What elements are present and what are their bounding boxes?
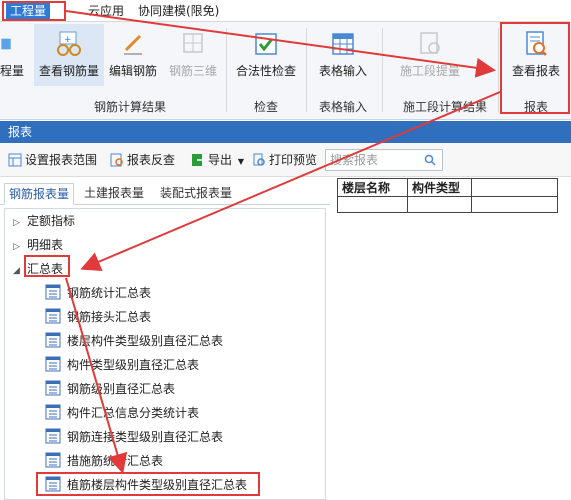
calc-icon <box>1 38 11 50</box>
quantity-button-partial[interactable]: 程量 <box>0 24 24 86</box>
report-search-input[interactable]: 搜索报表 <box>325 149 443 171</box>
view-rebar-button[interactable]: + 查看钢筋量 <box>34 24 104 86</box>
tree-leaf[interactable]: 钢筋级别直径汇总表 <box>45 379 175 399</box>
range-icon <box>8 153 22 167</box>
rebar-3d-button[interactable]: 钢筋三维 <box>164 24 222 86</box>
rebar-3d-icon <box>183 33 203 53</box>
report-doc-icon <box>45 284 61 300</box>
tree-leaf[interactable]: 钢筋连接类型级别直径汇总表 <box>45 427 223 447</box>
table-cell <box>471 196 558 213</box>
highlight-box-target-report <box>36 472 260 496</box>
report-doc-icon <box>45 452 61 468</box>
group-label-section-result: 施工段计算结果 <box>402 100 487 114</box>
report-doc-icon <box>45 332 61 348</box>
col-header-type: 构件类型 <box>407 178 472 197</box>
expand-icon[interactable]: ▷ <box>13 237 27 257</box>
reverse-check-icon <box>110 153 123 167</box>
tree-leaf[interactable]: 钢筋统计汇总表 <box>45 283 151 303</box>
report-toolbar: 设置报表范围 报表反查 导出 ▼ 打印预览 搜索报表 <box>0 143 571 177</box>
group-label-rebar-result: 钢筋计算结果 <box>93 100 166 114</box>
report-preview-table: 楼层名称 构件类型 <box>337 178 558 213</box>
tab-prefab-report[interactable]: 装配式报表量 <box>156 183 236 205</box>
highlight-box-quantity-tab <box>2 1 66 21</box>
legality-check-button[interactable]: 合法性检查 <box>232 24 300 86</box>
report-doc-icon <box>45 356 61 372</box>
report-doc-icon <box>45 380 61 396</box>
export-icon <box>192 154 204 166</box>
print-preview-button[interactable]: 打印预览 <box>252 152 317 168</box>
ribbon-divider <box>382 28 383 112</box>
ribbon: 程量 + 查看钢筋量 编辑钢筋 钢筋三维 钢筋计算结果 合法性检查 检查 表格输… <box>0 22 571 120</box>
report-doc-icon <box>45 404 61 420</box>
glasses-icon: + <box>57 31 81 56</box>
report-tree-panel: 钢筋报表量 土建报表量 装配式报表量 ▷ 定额指标 ▷ 明细表 ◢ 汇总表 钢筋统计汇… <box>0 178 330 500</box>
tree-node-detail[interactable]: ▷ 明细表 <box>13 235 63 255</box>
ribbon-divider <box>306 28 307 112</box>
section-search-icon <box>420 32 440 54</box>
edit-rebar-button[interactable]: 编辑钢筋 <box>106 24 160 86</box>
print-preview-icon <box>253 153 265 166</box>
chevron-down-icon: ▼ <box>237 157 244 166</box>
tree-leaf[interactable]: 楼层构件类型级别直径汇总表 <box>45 331 223 351</box>
report-panel-title: 报表 <box>0 121 571 143</box>
search-icon[interactable] <box>424 154 436 166</box>
export-button[interactable]: 导出 ▼ <box>191 152 244 168</box>
menu-tab-cloud[interactable]: 云应用 <box>88 3 124 20</box>
table-cell <box>337 196 408 213</box>
col-header-blank <box>471 178 558 197</box>
group-label-check: 检查 <box>253 100 278 114</box>
menu-tab-collab[interactable]: 协同建模(限免) <box>138 3 219 20</box>
reverse-check-button[interactable]: 报表反查 <box>110 152 175 168</box>
check-icon <box>255 33 277 55</box>
highlight-box-summary <box>24 255 70 277</box>
ribbon-divider <box>498 28 499 112</box>
highlight-box-view-report <box>500 22 570 114</box>
tab-rebar-report[interactable]: 钢筋报表量 <box>4 183 75 205</box>
report-tree: ▷ 定额指标 ▷ 明细表 ◢ 汇总表 钢筋统计汇总表 钢筋接头汇总表 楼层构件类型级别… <box>4 208 326 500</box>
svg-text:+: + <box>64 35 72 45</box>
group-label-table-input: 表格输入 <box>318 100 367 114</box>
set-range-button[interactable]: 设置报表范围 <box>8 152 97 168</box>
table-input-button[interactable]: 表格输入 <box>312 24 374 86</box>
tree-leaf[interactable]: 措施筋统计汇总表 <box>45 451 163 471</box>
tree-leaf[interactable]: 构件类型级别直径汇总表 <box>45 355 199 375</box>
section-qty-button[interactable]: 施工段提量 <box>390 24 470 86</box>
table-cell <box>407 196 472 213</box>
tree-leaf[interactable]: 构件汇总信息分类统计表 <box>45 403 199 423</box>
tab-civil-report[interactable]: 土建报表量 <box>80 183 148 205</box>
report-doc-icon <box>45 308 61 324</box>
col-header-floor: 楼层名称 <box>337 178 408 197</box>
report-type-tabs: 钢筋报表量 土建报表量 装配式报表量 <box>0 178 330 205</box>
tree-leaf[interactable]: 钢筋接头汇总表 <box>45 307 151 327</box>
ribbon-divider <box>226 28 227 112</box>
table-icon <box>332 33 354 55</box>
menu-bar: 工程量 云应用 协同建模(限免) <box>0 0 571 22</box>
report-doc-icon <box>45 428 61 444</box>
tree-node-quota[interactable]: ▷ 定额指标 <box>13 211 75 231</box>
expand-icon[interactable]: ▷ <box>13 213 27 233</box>
pencil-icon <box>124 34 142 55</box>
